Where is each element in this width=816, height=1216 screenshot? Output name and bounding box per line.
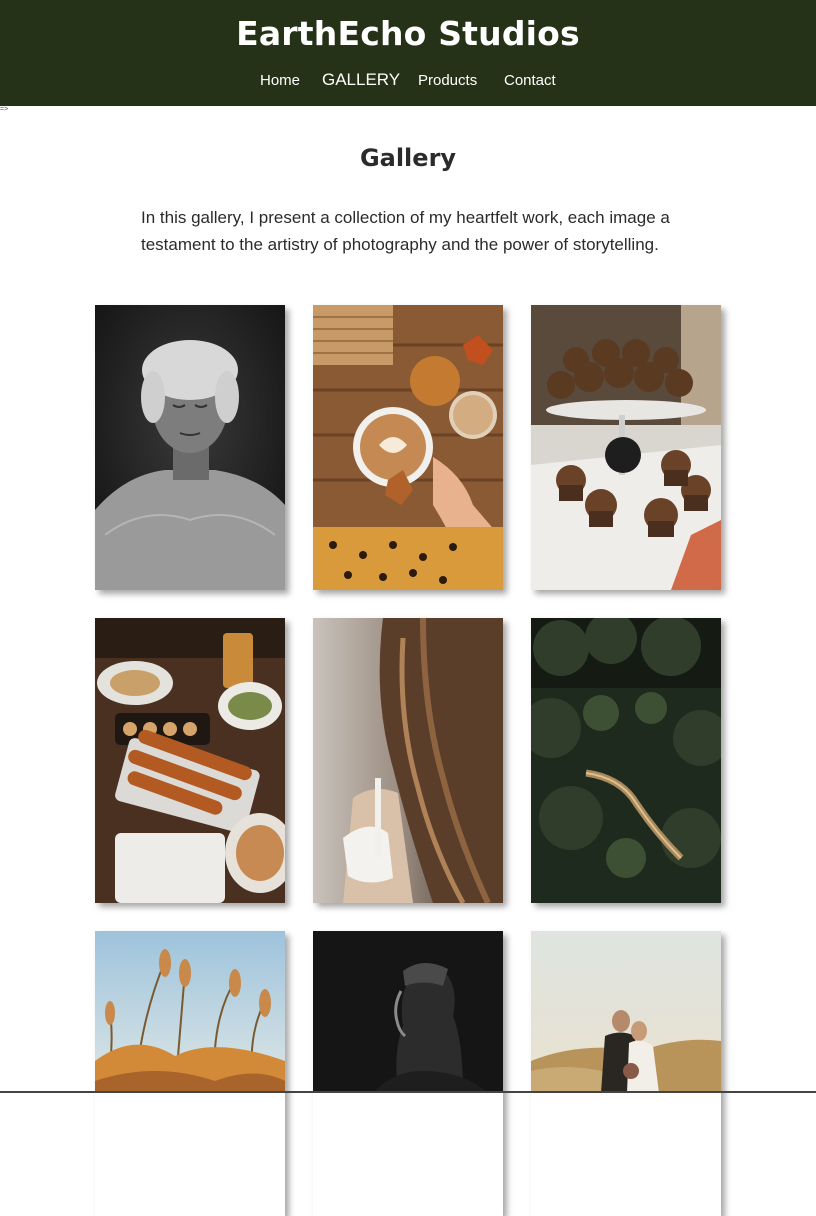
photo-man-profile[interactable] [313, 931, 503, 1216]
page-title: Gallery [359, 144, 457, 172]
nav-contact[interactable]: Contact [504, 70, 556, 92]
photo-forest-road[interactable] [531, 618, 721, 903]
photo-food-platter[interactable] [95, 618, 285, 903]
photo-cupcakes[interactable] [531, 305, 721, 590]
stray-text: => [0, 106, 9, 113]
photo-latte-pumpkins[interactable] [313, 305, 503, 590]
photo-dry-grass[interactable] [95, 931, 285, 1216]
photo-wedding-couple[interactable] [531, 931, 721, 1216]
site-header: EarthEcho Studios Home GALLERY Products … [0, 0, 816, 106]
photo-elderly-woman[interactable] [95, 305, 285, 590]
nav-gallery[interactable]: GALLERY [322, 69, 400, 91]
site-brand[interactable]: EarthEcho Studios [0, 14, 816, 53]
main-nav: Home GALLERY Products Contact [0, 70, 816, 94]
nav-home[interactable]: Home [260, 70, 300, 92]
photo-woman-hair[interactable] [313, 618, 503, 903]
gallery-intro: In this gallery, I present a collection … [141, 208, 670, 254]
nav-products[interactable]: Products [418, 70, 477, 92]
